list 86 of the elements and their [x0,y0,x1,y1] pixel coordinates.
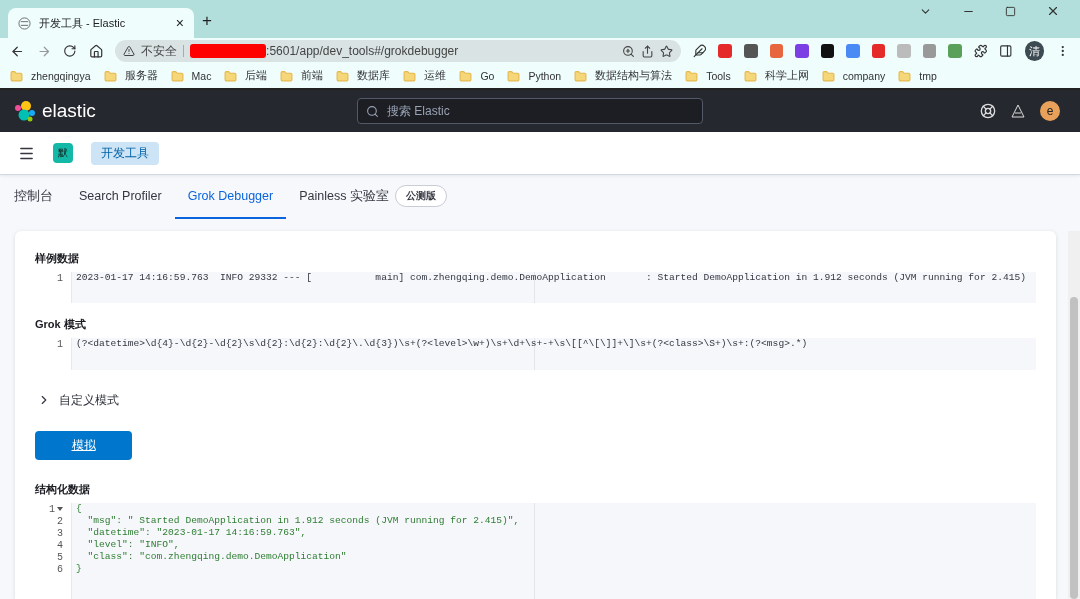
simulate-button[interactable]: 模拟 [35,430,132,461]
tab[interactable]: Grok Debugger [187,189,274,203]
line-number: 1 [56,272,64,284]
bookmark-folder[interactable]: 前端 [280,69,324,83]
bookmark-folder[interactable]: zhengqingya [10,69,91,83]
tab[interactable]: Painless 实验室 [299,187,389,205]
code-line: "level": "INFO", [86,539,181,552]
reload-icon[interactable] [63,44,77,58]
folder-icon [574,69,588,83]
tab-title: 开发工具 - Elastic [39,15,127,31]
code-line: { [76,503,83,516]
side-panel-icon[interactable] [999,44,1013,58]
zoom-icon[interactable] [621,44,635,58]
folder-icon [103,69,117,83]
bookmark-folder[interactable]: 运维 [403,69,447,83]
bookmark-folder[interactable]: Go [459,69,495,83]
url-text: :5601/app/dev_tools#/grokdebugger [266,44,460,58]
bookmark-star-icon[interactable] [659,44,673,58]
line-number: 2 [56,515,64,528]
bookmark-folder[interactable]: 数据结构与算法 [574,69,673,83]
beta-badge: 公测版 [394,185,447,207]
space-avatar[interactable]: 默 [53,143,73,163]
warning-icon [123,45,136,57]
line-number: 1 [56,338,64,351]
code-line: "msg": " Started DemoApplication in 1.912 seconds (JVM running for 2.415)", [86,515,521,528]
tab[interactable]: 控制台 [14,187,53,205]
line-number: 4 [56,539,64,552]
share-icon[interactable] [640,44,654,58]
code-editor[interactable]: 2023-01-17 14:16:59.763 INFO 29332 --- [ main] com.zhengqing.demo.DemoApplication : Started DemoApplication in 1.912 seconds (JVM running for 2.415) [71,272,1036,304]
section-label: 样例数据 [35,251,80,266]
profile-avatar[interactable]: 清 [1025,41,1045,61]
bookmark-folder[interactable]: tmp [898,69,937,83]
custom-patterns-toggle[interactable]: 自定义模式 [37,391,1036,409]
address-bar[interactable]: 不安全 :5601/app/dev_tools#/grokdebugger [115,40,681,62]
folder-icon [685,69,699,83]
line-number: 1 [35,503,71,516]
bookmark-folder[interactable]: 服务器 [103,69,158,83]
line-number: 3 [56,527,64,540]
folder-icon [403,69,417,83]
code-line: 2023-01-17 14:16:59.763 INFO 29332 --- [ main] com.zhengqing.demo.DemoApplication : Started DemoApplication in 1.912 seconds (JVM running for 2.415) [76,272,1027,284]
bookmark-folder[interactable]: 后端 [224,69,268,83]
bookmark-folder[interactable]: Tools [685,69,731,83]
folder-icon [459,69,473,83]
extension-icon[interactable] [820,44,835,58]
bookmark-folder[interactable]: company [821,69,886,83]
bookmark-folder[interactable]: 数据库 [336,69,391,83]
code-line: } [76,563,83,576]
bookmark-folder[interactable]: 科学上网 [743,69,809,83]
code-editor[interactable]: (?<datetime>\d{4}-\d{2}-\d{2}\s\d{2}:\d{2}:\d{2}\.\d{3})\s+(?<level>\w+)\s+\d+\s+-+\s\[[^\[\]]+\]\s+(?<class>\S+)\s+:(?<msg>.*) [71,338,1036,370]
folder-icon [280,69,294,83]
folder-icon [898,69,912,83]
scrollbar[interactable] [1068,231,1080,599]
section-label: 结构化数据 [35,482,91,498]
search-field[interactable]: 搜索 Elastic [357,98,703,124]
folder-icon [507,69,521,83]
tab-close[interactable]: × [175,15,184,31]
maximize-icon[interactable] [1005,5,1016,17]
security-label: 不安全 [141,42,178,60]
bookmark-folder[interactable]: Mac [170,69,212,83]
new-tab-button[interactable]: + [202,11,212,31]
folder-icon [10,69,23,83]
code-line: (?<datetime>\d{4}-\d{2}-\d{2}\s\d{2}:\d{2}:\d{2}\.\d{3})\s+(?<level>\w+)\s+\d+\s+-+\s\[[^\[\]]+\]\s+(?<class>\S+)\s+:(?<msg>.*) [76,338,809,351]
folder-icon [336,69,350,83]
browser-tab[interactable]: 开发工具 - Elastic × [8,8,194,38]
help-icon[interactable] [980,103,996,119]
section-label: Grok 模式 [35,317,87,333]
code-line: "datetime": "2023-01-17 14:16:59.763", [86,527,308,540]
code-editor[interactable]: { "msg": " Started DemoApplication in 1.912 seconds (JVM running for 2.415)", "datetime": "2023-01-17 14:16:59.763", "level": "INFO", "class": "com.zhengqing.demo.DemoApplication" } [71,503,1036,599]
fold-caret-icon[interactable] [57,506,63,513]
logo-text: elastic [42,100,96,122]
search-icon [366,104,379,118]
folder-icon [743,69,757,83]
folder-icon [170,69,184,83]
home-icon[interactable] [88,43,104,59]
line-number: 5 [56,551,64,564]
breadcrumb[interactable]: 开发工具 [91,141,159,165]
user-avatar[interactable]: e [1040,101,1060,121]
extensions-icon[interactable] [973,44,988,58]
code-line: "class": "com.zhengqing.demo.DemoApplication" [86,551,348,564]
folder-icon [224,69,238,83]
tab[interactable]: Search Profiler [79,189,162,203]
bookmark-folder[interactable]: Python [507,69,562,83]
close-icon[interactable] [1046,4,1060,18]
feather-icon[interactable] [692,44,707,58]
line-number: 6 [56,563,64,576]
folder-icon [821,69,835,83]
